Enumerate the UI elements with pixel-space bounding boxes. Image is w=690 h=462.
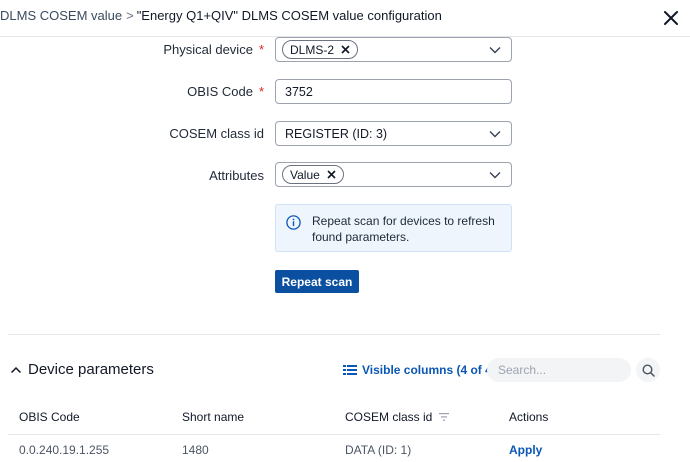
column-header-obis-code[interactable]: OBIS Code [19,410,80,424]
cosem-class-id-select[interactable]: REGISTER (ID: 3) [275,121,512,146]
attributes-chip: Value [282,165,344,184]
obis-code-label: OBIS Code * [187,84,264,99]
chevron-up-icon[interactable] [10,364,22,376]
breadcrumb-parent[interactable]: DLMS COSEM value [0,8,122,23]
dialog-header: DLMS COSEM value > "Energy Q1+QIV" DLMS CO… [0,0,690,37]
cell-short-name: 1480 [182,443,209,457]
column-header-label: COSEM class id [345,410,433,424]
search-input[interactable] [487,358,631,382]
info-notice: Repeat scan for devices to refresh found… [275,204,512,252]
obis-code-input[interactable]: 3752 [275,79,512,104]
obis-code-value: 3752 [285,84,313,99]
visible-columns-button[interactable]: Visible columns (4 of 4) [343,363,496,377]
section-title: Device parameters [28,361,154,378]
search-icon [641,363,655,377]
apply-link[interactable]: Apply [509,443,542,457]
breadcrumb: DLMS COSEM value > "Energy Q1+QIV" DLMS CO… [0,8,442,23]
chip-label: DLMS-2 [290,42,335,57]
section-divider [8,334,660,335]
required-marker: * [258,84,264,99]
column-header-short-name[interactable]: Short name [182,410,244,424]
close-icon [341,45,350,54]
column-header-cosem-class-id[interactable]: COSEM class id [345,410,450,424]
close-icon [664,11,678,25]
physical-device-chip: DLMS-2 [282,40,359,59]
columns-icon [343,365,357,375]
attributes-label: Attributes [209,168,264,183]
filter-icon[interactable] [439,413,450,421]
column-header-actions: Actions [509,410,549,424]
chip-remove-button[interactable] [341,45,350,54]
info-text: Repeat scan for devices to refresh found… [312,214,495,244]
physical-device-label: Physical device * [163,42,264,57]
repeat-scan-button[interactable]: Repeat scan [275,270,359,293]
required-marker: * [258,42,264,57]
obis-code-label-text: OBIS Code [187,84,253,99]
breadcrumb-current: "Energy Q1+QIV" DLMS COSEM value configu… [136,8,442,23]
chevron-down-icon [489,129,501,139]
cell-cosem-class-id: DATA (ID: 1) [345,443,412,457]
physical-device-select[interactable]: DLMS-2 [275,37,512,62]
info-icon [286,215,301,230]
table-header-divider [8,434,660,435]
breadcrumb-separator: > [126,8,134,23]
chevron-down-icon [489,45,501,55]
search-button[interactable] [636,358,660,382]
close-button[interactable] [659,6,683,30]
attributes-select[interactable]: Value [275,162,512,187]
close-icon [327,170,336,179]
cell-obis-code: 0.0.240.19.1.255 [19,443,110,457]
attributes-label-text: Attributes [209,168,264,183]
cosem-class-id-label-text: COSEM class id [169,126,264,141]
chip-remove-button[interactable] [327,170,336,179]
chevron-down-icon [489,170,501,180]
cosem-class-id-label: COSEM class id [169,126,264,141]
physical-device-label-text: Physical device [163,42,253,57]
chip-label: Value [290,167,320,182]
visible-columns-label: Visible columns (4 of 4) [362,363,496,377]
cosem-class-id-value: REGISTER (ID: 3) [285,126,388,141]
